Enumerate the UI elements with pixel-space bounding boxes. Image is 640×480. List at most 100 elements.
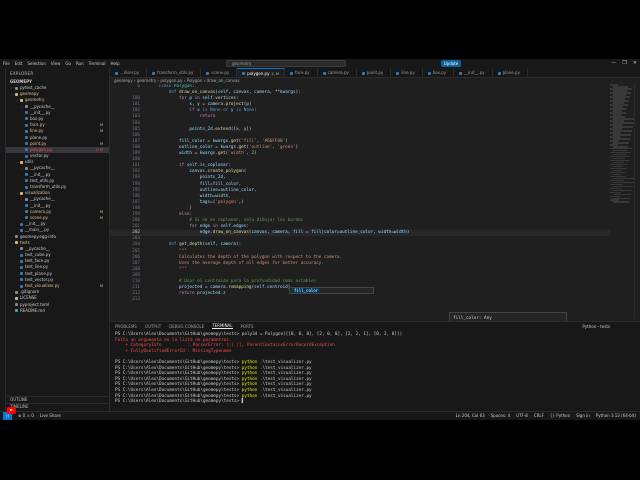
code-token: width [215, 193, 229, 199]
live-share-button[interactable]: Live Share [40, 412, 61, 420]
panel-tab-output[interactable]: OUTPUT [145, 324, 161, 329]
menu-run[interactable]: Run [76, 61, 84, 66]
status-item[interactable]: CRLF [534, 412, 544, 420]
command-center-search[interactable]: geometry [226, 60, 346, 67]
status-item[interactable]: Ln 204, Col 63 [456, 412, 485, 420]
terminal-selector[interactable]: Python - tests [582, 324, 610, 329]
menu-terminal[interactable]: Terminal [89, 61, 106, 66]
file-icon [15, 309, 18, 313]
vscode-window: File Edit Selection View Go Run Terminal Help g… [0, 59, 640, 420]
update-button[interactable]: Update [441, 60, 461, 67]
tree-item-label: test_cube.py [25, 252, 51, 258]
code-token: project [225, 102, 244, 108]
file-icon [25, 185, 28, 189]
code-token: fill [311, 230, 322, 236]
status-item[interactable]: UTF-8 [516, 412, 528, 420]
code-token: = [303, 230, 312, 236]
tab-camera-py[interactable]: camera.py [318, 68, 357, 77]
folder-icon [25, 105, 28, 109]
terminal-output[interactable]: PS C:\Users\Alex\Documents\GitHub\geomep… [110, 330, 640, 407]
terminal-text: PS C:\Users\Alex\Documents\GitHub\geomep… [115, 399, 242, 405]
tree-item-label: __pycache__ [30, 165, 55, 171]
tab-polygon-py[interactable]: polygon.py 2, M [237, 68, 285, 77]
folder-icon [20, 98, 23, 102]
timeline-section[interactable]: TIMELINE [6, 403, 109, 409]
code-token: fill [292, 230, 304, 236]
tab-line-py[interactable]: line.py [391, 68, 423, 77]
python-file-icon [322, 71, 326, 75]
minimize-icon[interactable]: — [611, 60, 616, 66]
menu-help[interactable]: Help [111, 61, 120, 66]
maximize-icon[interactable]: ❐ [622, 60, 626, 66]
menu-view[interactable]: View [51, 61, 61, 66]
terminal-text: poly3d = Polygon([[0, 0, 0], [2, 0, 0], … [241, 332, 403, 337]
status-item[interactable]: Sign in [576, 412, 590, 420]
status-item[interactable]: {} Python [550, 412, 570, 420]
menu-selection[interactable]: Selection [27, 61, 45, 66]
code-token: '#66FF00' [261, 138, 286, 144]
inline-suggestion[interactable]: fill_color [289, 287, 374, 294]
panel-tab-problems[interactable]: PROBLEMS [115, 324, 137, 329]
suggestion-item[interactable]: fill_color [292, 288, 321, 293]
tab-point-py[interactable]: point.py [357, 68, 392, 77]
code-token: is [202, 108, 211, 114]
minimap[interactable] [610, 84, 634, 319]
code-token: """ [179, 248, 187, 254]
menu-go[interactable]: Go [65, 61, 71, 66]
terminal-text: python [241, 359, 258, 365]
tab-plane-py[interactable]: plane.py [493, 68, 528, 77]
problems-count[interactable]: ⊗ 0 ⚠ 0 [18, 412, 34, 420]
outline-section[interactable]: OUTLINE [6, 396, 109, 402]
panel-tab-ports[interactable]: PORTS [241, 324, 254, 329]
explorer-title: EXPLORER [10, 71, 34, 76]
code-token: ) [254, 151, 257, 157]
code-token: # Usar el centroide para la profundidad … [179, 279, 317, 284]
status-bar: ⟩⟨ ⊗ 0 ⚠ 0 Live Share Ln 204, Col 63 Spac… [0, 411, 640, 420]
file-icon [20, 265, 23, 269]
file-icon [25, 179, 28, 183]
code-token: kwargs [280, 90, 296, 96]
code-token: else [179, 211, 190, 217]
code-token: is [236, 108, 244, 114]
tree-item-label: face.py [30, 122, 45, 128]
code-text: """ [148, 267, 187, 273]
menu-edit[interactable]: Edit [15, 61, 23, 66]
tree-item-label: __main__.py [25, 227, 50, 233]
minimap-line [613, 201, 629, 204]
tab-iliser-py[interactable]: ...iliser.py [110, 68, 148, 77]
tab-init-py[interactable]: __init__.py [454, 68, 493, 77]
tree-item-label: utils [25, 159, 34, 165]
file-icon [20, 259, 23, 263]
code-line[interactable]: 213 [110, 297, 610, 303]
python-file-icon [115, 71, 118, 75]
editor-scrollbar[interactable] [634, 84, 640, 319]
panel-tab-terminal[interactable]: TERMINAL [212, 323, 233, 329]
tree-item-label: pyproject.toml [20, 301, 50, 307]
status-item[interactable]: Spaces: 4 [491, 412, 510, 420]
tree-item[interactable]: README.md [6, 308, 109, 314]
code-token: 'width' [228, 151, 247, 157]
tab-face-py[interactable]: face.py [285, 68, 318, 77]
code-token: points_2d [199, 175, 224, 181]
status-item[interactable]: Python 3.13 (64-bit) [596, 412, 636, 420]
code-token: camera [210, 285, 226, 291]
tab-box-py[interactable]: box.py [423, 68, 455, 77]
close-icon[interactable]: ✕ [633, 60, 637, 66]
code-token: self [202, 96, 213, 102]
code-token: create_polygon [207, 169, 244, 175]
tab-scene-py[interactable]: scene.py [201, 68, 238, 77]
menu-file[interactable]: File [3, 61, 10, 66]
code-editor[interactable]: 6 class Polygon: def draw_on_canvas(self… [110, 84, 610, 319]
code-token: None [243, 108, 255, 114]
tab-transform-utils-py[interactable]: transform_utils.py [147, 68, 202, 77]
editor-tabs: ...iliser.py transform_utils.py scene.py po… [110, 68, 640, 78]
file-icon [25, 129, 28, 133]
panel-tab-debug-console[interactable]: DEBUG CONSOLE [169, 324, 204, 329]
terminal-text: PS C:\Users\Alex\Documents\GitHub\geomep… [115, 387, 242, 393]
